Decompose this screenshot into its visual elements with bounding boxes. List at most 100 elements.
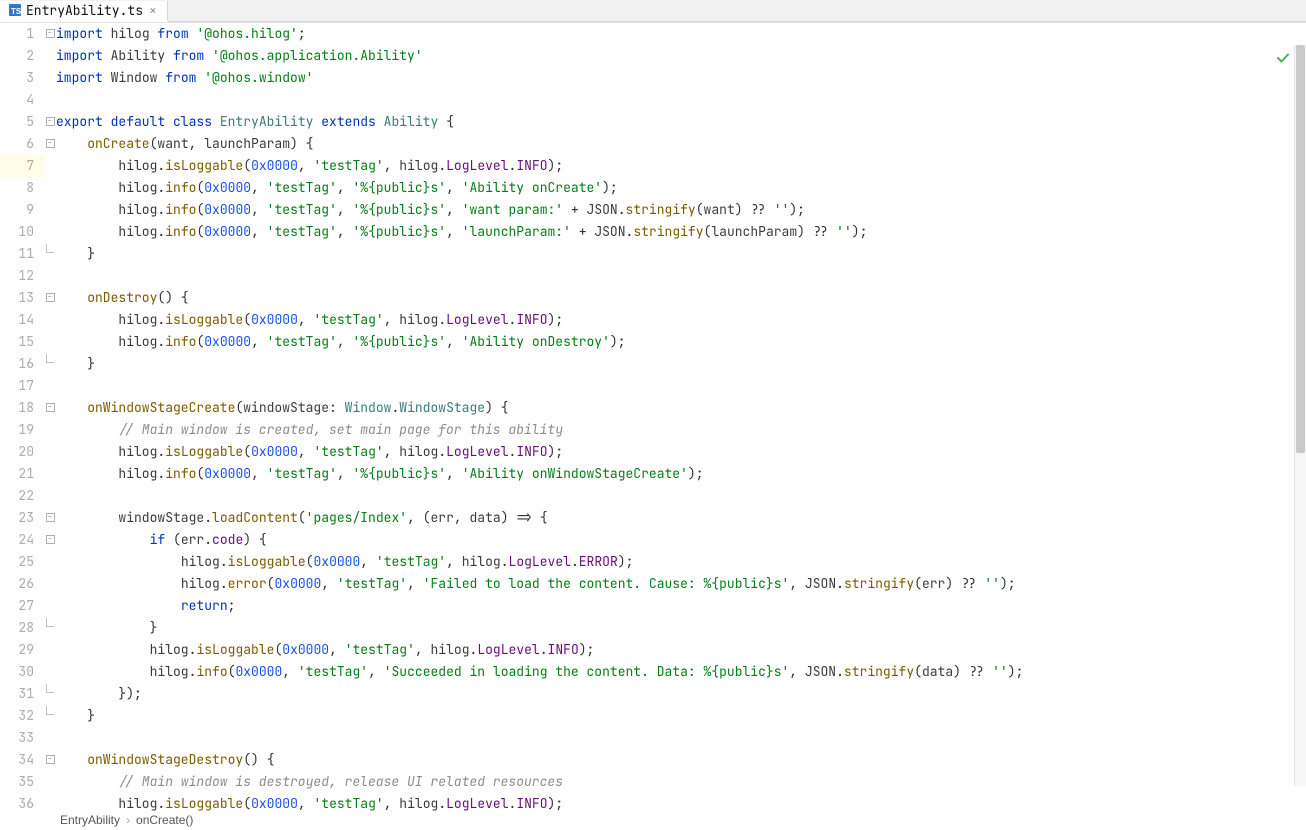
line-number[interactable]: 12 <box>0 265 44 287</box>
code-line[interactable]: 31 }); <box>0 683 1306 705</box>
fold-marker[interactable]: − <box>44 23 56 45</box>
code-content[interactable]: export default class EntryAbility extend… <box>56 111 1306 133</box>
code-content[interactable]: windowStage.loadContent('pages/Index', (… <box>56 507 1306 529</box>
fold-marker[interactable]: − <box>44 529 56 551</box>
code-content[interactable]: import Window from '@ohos.window' <box>56 67 1306 89</box>
code-content[interactable] <box>56 375 1306 397</box>
code-content[interactable]: } <box>56 353 1306 375</box>
vertical-scrollbar-thumb[interactable] <box>1296 45 1305 453</box>
code-line[interactable]: 14 hilog.isLoggable(0x0000, 'testTag', h… <box>0 309 1306 331</box>
code-line[interactable]: 10 hilog.info(0x0000, 'testTag', '%{publ… <box>0 221 1306 243</box>
line-number[interactable]: 6 <box>0 133 44 155</box>
code-line[interactable]: 23− windowStage.loadContent('pages/Index… <box>0 507 1306 529</box>
code-line[interactable]: 25 hilog.isLoggable(0x0000, 'testTag', h… <box>0 551 1306 573</box>
code-line[interactable]: 26 hilog.error(0x0000, 'testTag', 'Faile… <box>0 573 1306 595</box>
fold-marker[interactable]: − <box>44 287 56 309</box>
code-content[interactable] <box>56 89 1306 111</box>
code-line[interactable]: 8 hilog.info(0x0000, 'testTag', '%{publi… <box>0 177 1306 199</box>
code-line[interactable]: 6− onCreate(want, launchParam) { <box>0 133 1306 155</box>
code-content[interactable]: // Main window is created, set main page… <box>56 419 1306 441</box>
code-line[interactable]: 16 } <box>0 353 1306 375</box>
code-content[interactable]: hilog.isLoggable(0x0000, 'testTag', hilo… <box>56 441 1306 463</box>
code-content[interactable]: hilog.info(0x0000, 'testTag', 'Succeeded… <box>56 661 1306 683</box>
code-content[interactable]: hilog.isLoggable(0x0000, 'testTag', hilo… <box>56 639 1306 661</box>
line-number[interactable]: 16 <box>0 353 44 375</box>
code-content[interactable]: hilog.info(0x0000, 'testTag', '%{public}… <box>56 221 1306 243</box>
line-number[interactable]: 27 <box>0 595 44 617</box>
code-content[interactable]: } <box>56 705 1306 727</box>
code-line[interactable]: 27 return; <box>0 595 1306 617</box>
code-content[interactable]: }); <box>56 683 1306 705</box>
line-number[interactable]: 10 <box>0 221 44 243</box>
fold-marker[interactable]: − <box>44 749 56 771</box>
line-number[interactable]: 9 <box>0 199 44 221</box>
code-line[interactable]: 30 hilog.info(0x0000, 'testTag', 'Succee… <box>0 661 1306 683</box>
code-line[interactable]: 32 } <box>0 705 1306 727</box>
fold-marker[interactable]: − <box>44 507 56 529</box>
line-number[interactable]: 25 <box>0 551 44 573</box>
code-content[interactable]: onWindowStageCreate(windowStage: Window.… <box>56 397 1306 419</box>
code-content[interactable]: hilog.info(0x0000, 'testTag', '%{public}… <box>56 199 1306 221</box>
code-line[interactable]: 4 <box>0 89 1306 111</box>
code-content[interactable]: hilog.isLoggable(0x0000, 'testTag', hilo… <box>56 551 1306 573</box>
fold-marker[interactable]: − <box>44 133 56 155</box>
line-number[interactable]: 30 <box>0 661 44 683</box>
code-content[interactable]: hilog.info(0x0000, 'testTag', '%{public}… <box>56 331 1306 353</box>
fold-marker[interactable]: − <box>44 111 56 133</box>
line-number[interactable]: 31 <box>0 683 44 705</box>
code-line[interactable]: 12 <box>0 265 1306 287</box>
code-line[interactable]: 20 hilog.isLoggable(0x0000, 'testTag', h… <box>0 441 1306 463</box>
line-number[interactable]: 4 <box>0 89 44 111</box>
line-number[interactable]: 24 <box>0 529 44 551</box>
code-line[interactable]: 21 hilog.info(0x0000, 'testTag', '%{publ… <box>0 463 1306 485</box>
code-content[interactable]: import Ability from '@ohos.application.A… <box>56 45 1306 67</box>
code-line[interactable]: 29 hilog.isLoggable(0x0000, 'testTag', h… <box>0 639 1306 661</box>
code-content[interactable]: // Main window is destroyed, release UI … <box>56 771 1306 793</box>
line-number[interactable]: 7 <box>0 155 44 177</box>
code-line[interactable]: 9 hilog.info(0x0000, 'testTag', '%{publi… <box>0 199 1306 221</box>
line-number[interactable]: 35 <box>0 771 44 793</box>
code-content[interactable]: hilog.isLoggable(0x0000, 'testTag', hilo… <box>56 155 1306 177</box>
editor-tab-active[interactable]: TS EntryAbility.ts × <box>0 1 168 22</box>
code-content[interactable]: import hilog from '@ohos.hilog'; <box>56 23 1306 45</box>
code-content[interactable]: return; <box>56 595 1306 617</box>
line-number[interactable]: 23 <box>0 507 44 529</box>
code-content[interactable]: hilog.isLoggable(0x0000, 'testTag', hilo… <box>56 793 1306 815</box>
code-line[interactable]: 1−import hilog from '@ohos.hilog'; <box>0 23 1306 45</box>
code-line[interactable]: 36 hilog.isLoggable(0x0000, 'testTag', h… <box>0 793 1306 815</box>
code-content[interactable]: hilog.info(0x0000, 'testTag', '%{public}… <box>56 463 1306 485</box>
code-line[interactable]: 35 // Main window is destroyed, release … <box>0 771 1306 793</box>
code-content[interactable] <box>56 727 1306 749</box>
code-content[interactable]: if (err.code) { <box>56 529 1306 551</box>
line-number[interactable]: 3 <box>0 67 44 89</box>
line-number[interactable]: 32 <box>0 705 44 727</box>
close-tab-button[interactable]: × <box>147 2 159 19</box>
code-line[interactable]: 17 <box>0 375 1306 397</box>
code-content[interactable]: } <box>56 243 1306 265</box>
code-line[interactable]: 22 <box>0 485 1306 507</box>
code-content[interactable]: hilog.info(0x0000, 'testTag', '%{public}… <box>56 177 1306 199</box>
line-number[interactable]: 14 <box>0 309 44 331</box>
fold-marker[interactable]: − <box>44 397 56 419</box>
line-number[interactable]: 22 <box>0 485 44 507</box>
code-line[interactable]: 33 <box>0 727 1306 749</box>
line-number[interactable]: 5 <box>0 111 44 133</box>
code-content[interactable]: onCreate(want, launchParam) { <box>56 133 1306 155</box>
line-number[interactable]: 17 <box>0 375 44 397</box>
code-content[interactable]: } <box>56 617 1306 639</box>
inspection-ok-icon[interactable] <box>1276 51 1290 69</box>
line-number[interactable]: 21 <box>0 463 44 485</box>
code-line[interactable]: 19 // Main window is created, set main p… <box>0 419 1306 441</box>
code-line[interactable]: 28 } <box>0 617 1306 639</box>
line-number[interactable]: 26 <box>0 573 44 595</box>
code-line[interactable]: 3 import Window from '@ohos.window' <box>0 67 1306 89</box>
code-content[interactable] <box>56 265 1306 287</box>
line-number[interactable]: 11 <box>0 243 44 265</box>
code-content[interactable]: hilog.error(0x0000, 'testTag', 'Failed t… <box>56 573 1306 595</box>
line-number[interactable]: 20 <box>0 441 44 463</box>
code-content[interactable]: onWindowStageDestroy() { <box>56 749 1306 771</box>
line-number[interactable]: 33 <box>0 727 44 749</box>
code-line[interactable]: 2import Ability from '@ohos.application.… <box>0 45 1306 67</box>
code-line[interactable]: 34− onWindowStageDestroy() { <box>0 749 1306 771</box>
code-line[interactable]: 15 hilog.info(0x0000, 'testTag', '%{publ… <box>0 331 1306 353</box>
